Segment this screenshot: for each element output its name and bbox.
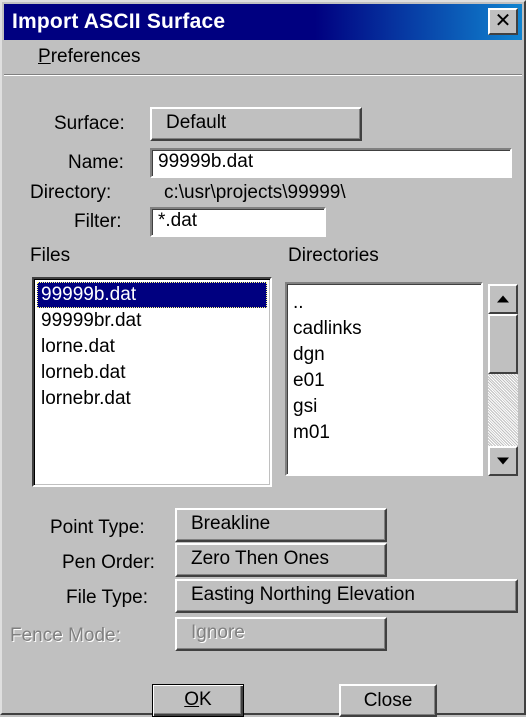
directory-item[interactable]: dgn	[289, 342, 481, 368]
pen-order-button[interactable]: Zero Then Ones	[175, 543, 387, 577]
surface-button[interactable]: Default	[150, 107, 362, 141]
directory-path: c:\usr\projects\99999\	[164, 182, 346, 203]
scroll-thumb[interactable]	[488, 314, 518, 374]
directory-item[interactable]: e01	[289, 368, 481, 394]
directories-label: Directories	[288, 245, 379, 266]
title-bar[interactable]: Import ASCII Surface ✕	[4, 4, 522, 40]
ok-button[interactable]: OK	[152, 684, 244, 717]
directory-item[interactable]: m01	[289, 420, 481, 446]
close-button[interactable]: Close	[339, 684, 437, 717]
ok-mnemonic: O	[184, 689, 200, 710]
directory-item[interactable]: ..	[289, 290, 481, 316]
menu-preferences-mnemonic: P	[38, 46, 51, 67]
ok-label: K	[199, 689, 212, 710]
scroll-down-button[interactable]	[488, 446, 518, 476]
fence-mode-label: Fence Mode:	[10, 625, 121, 646]
window-title: Import ASCII Surface	[12, 10, 226, 33]
arrow-up-icon	[497, 295, 509, 303]
point-type-button[interactable]: Breakline	[175, 508, 387, 542]
name-label: Name:	[68, 152, 124, 173]
menu-preferences-label: references	[50, 46, 141, 67]
file-type-label: File Type:	[66, 587, 149, 608]
close-window-button[interactable]: ✕	[488, 8, 518, 35]
menu-bar: Preferences	[4, 42, 522, 75]
directory-item[interactable]: gsi	[289, 394, 481, 420]
scroll-up-button[interactable]	[488, 284, 518, 314]
arrow-down-icon	[497, 457, 509, 465]
import-ascii-surface-dialog: Import ASCII Surface ✕ Preferences Surfa…	[0, 0, 526, 717]
name-input[interactable]: 99999b.dat	[150, 148, 512, 178]
file-item[interactable]: lorneb.dat	[37, 360, 267, 386]
fence-mode-button: Ignore	[175, 617, 387, 651]
file-type-button[interactable]: Easting Northing Elevation	[175, 579, 518, 613]
file-item[interactable]: lorne.dat	[37, 334, 267, 360]
point-type-label: Point Type:	[50, 517, 145, 538]
file-item[interactable]: 99999b.dat	[37, 282, 267, 308]
file-item[interactable]: 99999br.dat	[37, 308, 267, 334]
directory-label: Directory:	[30, 182, 112, 203]
filter-label: Filter:	[74, 211, 122, 232]
files-label: Files	[30, 245, 71, 266]
file-item[interactable]: lornebr.dat	[37, 386, 267, 412]
close-icon: ✕	[494, 10, 512, 32]
pen-order-label: Pen Order:	[62, 552, 155, 573]
directory-item[interactable]: cadlinks	[289, 316, 481, 342]
directories-scrollbar[interactable]	[488, 284, 518, 476]
directories-listbox[interactable]: .. cadlinks dgn e01 gsi m01	[285, 282, 483, 476]
surface-label: Surface:	[54, 113, 125, 134]
files-listbox[interactable]: 99999b.dat 99999br.dat lorne.dat lorneb.…	[32, 277, 272, 487]
filter-input[interactable]: *.dat	[150, 207, 326, 237]
menu-preferences[interactable]: Preferences	[38, 46, 140, 68]
